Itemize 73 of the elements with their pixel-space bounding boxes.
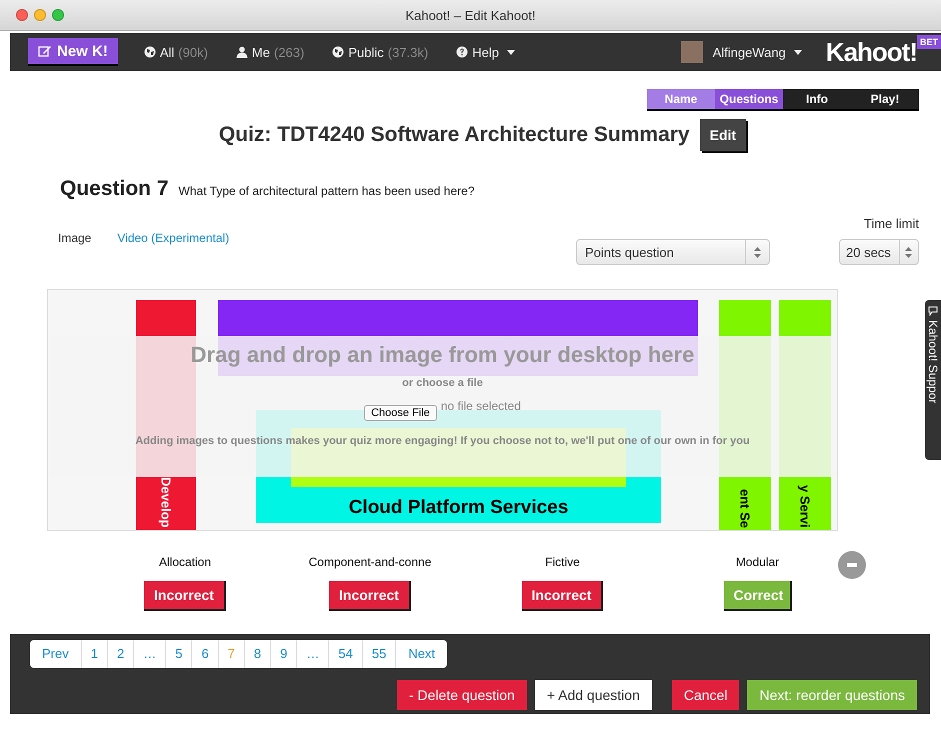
step-tab[interactable]: Info	[783, 89, 851, 111]
kahoot-logo[interactable]: Kahoot!	[826, 36, 917, 68]
answer-toggle[interactable]: Incorrect	[329, 581, 411, 611]
time-limit-label: Time limit	[864, 216, 919, 231]
drop-hint: Adding images to questions makes your quiz more engaging! If you choose not to, we'll put one of our own in for you	[135, 435, 750, 447]
remove-answer-button[interactable]	[838, 551, 866, 579]
updown-arrows-icon	[754, 246, 761, 258]
drop-heading: Drag and drop an image from your desktop here	[190, 342, 694, 368]
step-tab[interactable]: Questions	[715, 89, 783, 111]
beta-badge: BET	[917, 35, 941, 49]
user-menu[interactable]: AlfingeWang	[680, 41, 802, 63]
page-link[interactable]: 5	[166, 640, 192, 668]
page-link[interactable]: Prev	[30, 640, 82, 668]
answer-text: Modular	[736, 555, 780, 569]
page-link[interactable]: 55	[362, 640, 396, 668]
right-column-label: ent Se	[738, 488, 752, 528]
globe-icon	[332, 46, 344, 58]
action-button[interactable]: - Delete question	[397, 680, 527, 710]
zoom-button[interactable]	[52, 9, 64, 21]
media-tab[interactable]: Image	[58, 231, 92, 245]
image-drop-area[interactable]	[47, 289, 838, 531]
answer-text: Component-and-conne	[308, 555, 432, 569]
page-link[interactable]: …	[297, 640, 330, 668]
answer-toggle[interactable]: Incorrect	[144, 581, 226, 611]
globe-icon	[144, 46, 156, 58]
nav-link[interactable]: Me (263)	[236, 44, 304, 60]
action-button[interactable]: + Add question	[534, 680, 652, 710]
answer-text: Fictive	[545, 555, 580, 569]
page-link[interactable]: Next	[396, 640, 448, 668]
left-column-label: Develop	[158, 477, 174, 528]
nav-link[interactable]: All (90k)	[144, 44, 208, 60]
action-button[interactable]: Cancel	[672, 680, 740, 710]
edit-button[interactable]: Edit	[700, 119, 746, 151]
time-limit-select[interactable]: 20 secs	[839, 239, 919, 265]
file-status: no file selected	[440, 399, 521, 413]
right-column-label: y Servi	[798, 485, 812, 528]
drop-subheading: or choose a file	[402, 377, 483, 389]
answer-toggle[interactable]: Correct	[724, 581, 792, 611]
nav-link[interactable]: Public (37.3k)	[332, 44, 428, 60]
help-menu[interactable]: Help	[456, 44, 515, 60]
person-icon	[236, 46, 248, 58]
edit-icon	[38, 45, 52, 57]
step-tab[interactable]: Play!	[851, 89, 919, 111]
quiz-title: Quiz: TDT4240 Software Architecture Summary	[218, 123, 690, 147]
answer-toggle[interactable]: Incorrect	[522, 581, 604, 611]
caret-icon	[506, 50, 515, 54]
close-button[interactable]	[16, 9, 28, 21]
help-icon	[456, 46, 468, 58]
avatar	[680, 41, 703, 63]
support-tab[interactable]: Kahoot! Suppor	[925, 300, 941, 460]
caret-icon	[794, 50, 802, 54]
page-link[interactable]: 6	[192, 640, 219, 668]
question-number: Question 7	[60, 177, 169, 201]
new-kahoot-button[interactable]: New K!	[28, 38, 118, 66]
action-button[interactable]: Next: reorder questions	[747, 680, 917, 710]
page-link[interactable]: 1	[82, 640, 108, 668]
page-link[interactable]: …	[134, 640, 166, 668]
answer-text: Allocation	[158, 555, 212, 569]
minimize-button[interactable]	[34, 9, 46, 21]
page-link[interactable]: 9	[271, 640, 298, 668]
page-link[interactable]: 54	[329, 640, 363, 668]
question-type-select[interactable]: Points question	[576, 239, 770, 265]
feedback-icon	[928, 306, 938, 316]
minus-icon	[847, 563, 857, 567]
choose-file-button[interactable]: Choose File	[364, 405, 437, 421]
page-link[interactable]: 8	[244, 640, 272, 668]
question-text: What Type of architectural pattern has been used here?	[178, 184, 474, 198]
step-tab[interactable]: Name	[647, 89, 715, 111]
outer-box-label: Cloud Platform Services	[348, 497, 568, 519]
media-tab[interactable]: Video (Experimental)	[117, 231, 230, 245]
page-link[interactable]: 2	[108, 640, 134, 668]
window-title: Kahoot! – Edit Kahoot!	[405, 8, 536, 22]
updown-arrows-icon	[905, 246, 912, 258]
